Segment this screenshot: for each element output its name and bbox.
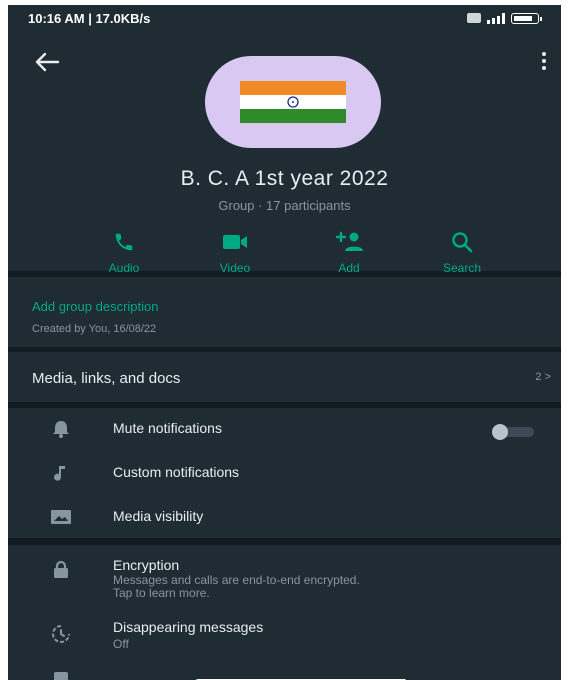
video-label: Video	[219, 261, 251, 275]
audio-call-button[interactable]: Audio	[84, 231, 164, 275]
phone-icon	[115, 233, 133, 251]
add-person-icon	[335, 231, 363, 251]
search-icon	[452, 232, 473, 253]
india-flag-icon	[240, 81, 346, 123]
add-participant-button[interactable]: Add	[309, 231, 389, 275]
status-icons	[467, 12, 542, 24]
toggle-knob	[492, 424, 508, 440]
search-button[interactable]: Search	[422, 231, 502, 275]
sim-icon	[467, 13, 481, 23]
created-by-text: Created by You, 16/08/22	[32, 323, 157, 335]
bell-icon	[53, 421, 69, 438]
group-name: B. C. A 1st year 2022	[180, 167, 389, 190]
media-visibility-label: Media visibility	[113, 508, 204, 524]
media-section[interactable]: Media, links, and docs 2 >	[8, 352, 561, 402]
notification-settings-section: Mute notifications Custom notifications …	[8, 408, 561, 538]
signal-icon	[487, 12, 505, 24]
disappearing-messages-title: Disappearing messages	[113, 619, 264, 635]
encryption-description-line2: Tap to learn more.	[113, 586, 210, 600]
custom-notifications-label: Custom notifications	[113, 464, 240, 480]
media-count: 2 >	[535, 371, 551, 383]
media-links-docs-label: Media, links, and docs	[32, 370, 181, 387]
encryption-row[interactable]: Encryption Messages and calls are end-to…	[8, 557, 561, 605]
video-camera-icon	[223, 235, 247, 249]
back-arrow-icon[interactable]	[34, 51, 60, 73]
phone-screen: 10:16 AM | 17.0KB/s B. C. A 1st year 202…	[8, 5, 561, 680]
audio-label: Audio	[108, 261, 140, 275]
music-note-icon	[54, 466, 65, 481]
video-call-button[interactable]: Video	[195, 231, 275, 275]
action-bar: Audio Video Add Search	[8, 231, 561, 279]
description-section: Add group description Created by You, 16…	[8, 277, 561, 347]
encryption-title: Encryption	[113, 557, 180, 573]
disappearing-messages-row[interactable]: Disappearing messages Off	[8, 619, 561, 659]
settings-icon	[54, 672, 68, 680]
mute-notifications-row[interactable]: Mute notifications	[8, 410, 561, 450]
privacy-section: Encryption Messages and calls are end-to…	[8, 545, 561, 680]
add-description-link[interactable]: Add group description	[32, 299, 158, 314]
media-visibility-row[interactable]: Media visibility	[8, 498, 561, 538]
status-bar: 10:16 AM | 17.0KB/s	[8, 5, 561, 31]
image-icon	[51, 510, 71, 524]
custom-notifications-row[interactable]: Custom notifications	[8, 454, 561, 494]
battery-icon	[511, 12, 542, 24]
lock-icon	[54, 560, 68, 578]
group-avatar[interactable]	[205, 56, 381, 148]
group-header: B. C. A 1st year 2022 Group · 17 partici…	[8, 31, 561, 275]
group-participants: Group · 17 participants	[218, 198, 351, 213]
add-label: Add	[338, 261, 360, 275]
more-options-icon[interactable]	[537, 49, 551, 73]
search-label: Search	[442, 261, 482, 275]
disappearing-messages-value: Off	[113, 637, 129, 651]
mute-toggle[interactable]	[492, 424, 538, 440]
mute-notifications-label: Mute notifications	[113, 420, 222, 436]
timer-icon	[52, 625, 70, 643]
status-time-speed: 10:16 AM | 17.0KB/s	[28, 10, 151, 26]
